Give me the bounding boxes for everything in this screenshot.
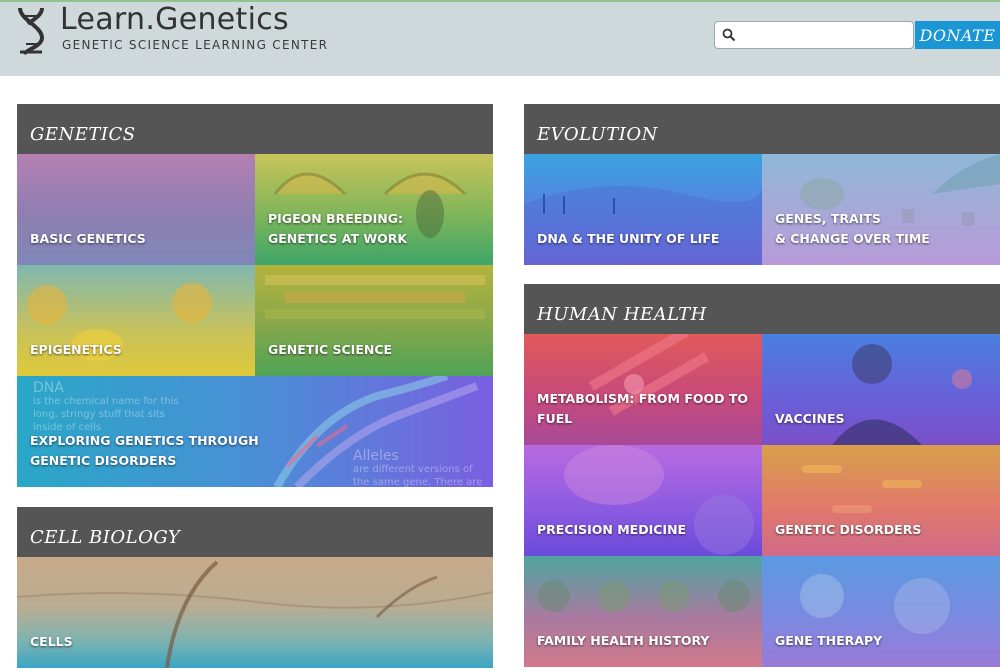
tile-label: METABOLISM: FROM FOOD TO FUEL xyxy=(537,391,749,426)
tile-label: EXPLORING GENETICS THROUGH GENETIC DISOR… xyxy=(30,433,259,468)
dna-logo-icon[interactable] xyxy=(14,6,50,56)
cell-biology-tile-grid: CELLS xyxy=(17,557,493,668)
tile-genetic-disorders[interactable]: GENETIC DISORDERS xyxy=(762,445,1000,556)
dna-overlay-body: is the chemical name for this long, stri… xyxy=(33,396,179,433)
tile-family-health-history[interactable]: FAMILY HEALTH HISTORY xyxy=(524,556,762,667)
tile-label: DNA & THE UNITY OF LIFE xyxy=(537,231,720,246)
tile-basic-genetics[interactable]: BASIC GENETICS xyxy=(17,154,255,265)
tile-genetic-science[interactable]: GENETIC SCIENCE xyxy=(255,265,493,376)
section-human-health: HUMAN HEALTH METABOLISM: FROM FOOD TO FU… xyxy=(524,284,1000,667)
tile-label: BASIC GENETICS xyxy=(30,231,146,246)
tile-label: PIGEON BREEDING: GENETICS AT WORK xyxy=(268,211,408,246)
tile-label: FAMILY HEALTH HISTORY xyxy=(537,633,710,648)
tile-pigeon-breeding[interactable]: PIGEON BREEDING: GENETICS AT WORK xyxy=(255,154,493,265)
alleles-overlay-body: are different versions of the same gene.… xyxy=(353,464,483,487)
search-input[interactable] xyxy=(741,24,913,48)
alleles-overlay-text: Alleles are different versions of the sa… xyxy=(353,448,483,487)
tile-label: GENES, TRAITS & CHANGE OVER TIME xyxy=(775,211,930,246)
tile-cells[interactable]: CELLS xyxy=(17,557,493,668)
search-box[interactable] xyxy=(714,21,914,49)
site-header: Learn.Genetics GENETIC SCIENCE LEARNING … xyxy=(0,0,1000,76)
section-title-human-health[interactable]: HUMAN HEALTH xyxy=(524,284,1000,334)
search-icon xyxy=(722,28,736,42)
section-title-evolution[interactable]: EVOLUTION xyxy=(524,104,1000,154)
dna-overlay-title: DNA xyxy=(33,380,64,396)
evolution-tile-grid: DNA & THE UNITY OF LIFE GENES, TRAITS & … xyxy=(524,154,1000,265)
tile-vaccines[interactable]: VACCINES xyxy=(762,334,1000,445)
dna-overlay-text: DNA is the chemical name for this long, … xyxy=(33,380,193,434)
tile-genes-traits[interactable]: GENES, TRAITS & CHANGE OVER TIME xyxy=(762,154,1000,265)
section-title-genetics[interactable]: GENETICS xyxy=(17,104,493,154)
human-health-tile-grid: METABOLISM: FROM FOOD TO FUEL VACCINES P… xyxy=(524,334,1000,667)
donate-button[interactable]: DONATE xyxy=(915,21,1000,49)
tile-metabolism[interactable]: METABOLISM: FROM FOOD TO FUEL xyxy=(524,334,762,445)
tile-dna-unity-of-life[interactable]: DNA & THE UNITY OF LIFE xyxy=(524,154,762,265)
alleles-overlay-title: Alleles xyxy=(353,448,399,464)
site-subtitle: GENETIC SCIENCE LEARNING CENTER xyxy=(62,38,329,52)
tile-label: GENETIC SCIENCE xyxy=(268,342,393,357)
section-title-cell-biology[interactable]: CELL BIOLOGY xyxy=(17,507,493,557)
tile-label: GENETIC DISORDERS xyxy=(775,522,922,537)
section-cell-biology: CELL BIOLOGY CELLS xyxy=(17,507,493,668)
tile-precision-medicine[interactable]: PRECISION MEDICINE xyxy=(524,445,762,556)
tile-epigenetics[interactable]: EPIGENETICS xyxy=(17,265,255,376)
section-genetics: GENETICS BASIC GENETICS PIGEON BREEDING:… xyxy=(17,104,493,487)
tile-label: PRECISION MEDICINE xyxy=(537,522,687,537)
tile-label: CELLS xyxy=(30,634,73,649)
section-evolution: EVOLUTION DNA & THE UNITY OF LIFE GENES,… xyxy=(524,104,1000,265)
cells-decoration xyxy=(17,560,493,668)
site-title[interactable]: Learn.Genetics xyxy=(60,2,289,37)
tile-label: EPIGENETICS xyxy=(30,342,122,357)
tile-label: GENE THERAPY xyxy=(775,633,883,648)
tile-gene-therapy[interactable]: GENE THERAPY xyxy=(762,556,1000,667)
genetics-tile-grid: BASIC GENETICS PIGEON BREEDING: GENETICS… xyxy=(17,154,493,487)
tile-label: VACCINES xyxy=(775,411,845,426)
tile-exploring-genetics[interactable]: DNA is the chemical name for this long, … xyxy=(17,376,493,487)
